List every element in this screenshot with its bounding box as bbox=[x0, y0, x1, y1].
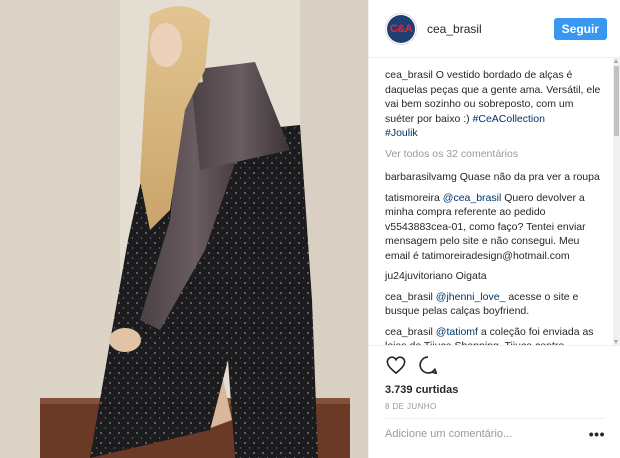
post-header: C&A cea_brasil Seguir bbox=[369, 0, 620, 58]
caption-hashtag[interactable]: #CeACollection bbox=[473, 113, 545, 125]
scroll-up-arrow-icon[interactable] bbox=[614, 59, 618, 63]
photo-illustration bbox=[0, 0, 368, 458]
avatar[interactable]: C&A bbox=[385, 12, 417, 45]
comment-mention[interactable]: @jhenni_love_ bbox=[436, 291, 506, 303]
likes-count[interactable]: 3.739 curtidas bbox=[385, 384, 605, 396]
comment-username[interactable]: cea_brasil bbox=[385, 291, 433, 303]
instagram-post: C&A cea_brasil Seguir cea_brasil O vesti… bbox=[0, 0, 620, 458]
side-panel: C&A cea_brasil Seguir cea_brasil O vesti… bbox=[368, 0, 620, 458]
scroll-thumb[interactable] bbox=[614, 66, 619, 136]
caption-hashtag[interactable]: #Joulik bbox=[385, 127, 418, 139]
comment-username[interactable]: tatismoreira bbox=[385, 192, 440, 204]
comment-mention[interactable]: @cea_brasil bbox=[443, 192, 502, 204]
comment-button[interactable] bbox=[417, 354, 439, 376]
comment-item: cea_brasil @tatiomf a coleção foi enviad… bbox=[385, 325, 603, 346]
comment-text: Oigata bbox=[455, 270, 487, 282]
more-options-icon[interactable]: ••• bbox=[589, 427, 605, 441]
comment-item: tatismoreira @cea_brasil Quero devolver … bbox=[385, 191, 603, 264]
post-actions: 3.739 curtidas 8 DE JUNHO bbox=[369, 345, 620, 411]
comments-scrollbar[interactable] bbox=[613, 58, 620, 345]
caption-username[interactable]: cea_brasil bbox=[385, 69, 433, 81]
comment-username[interactable]: ju24juvitoriano bbox=[385, 270, 453, 282]
comment-input[interactable] bbox=[385, 427, 589, 440]
caption: cea_brasil O vestido bordado de alças é … bbox=[385, 68, 603, 141]
comment-username[interactable]: barbarasilvamg bbox=[385, 171, 457, 183]
comment-item: ju24juvitoriano Oigata bbox=[385, 269, 603, 284]
avatar-logo-text: C&A bbox=[389, 22, 413, 35]
comment-item: barbarasilvamg Quase não da pra ver a ro… bbox=[385, 170, 603, 185]
avatar-logo: C&A bbox=[387, 14, 415, 43]
header-username[interactable]: cea_brasil bbox=[427, 22, 554, 36]
post-date: 8 DE JUNHO bbox=[385, 402, 437, 411]
comment-item: cea_brasil @jhenni_love_ acesse o site e… bbox=[385, 290, 603, 319]
comment-text: Quase não da pra ver a roupa bbox=[459, 171, 600, 183]
post-photo[interactable] bbox=[0, 0, 368, 458]
like-button[interactable] bbox=[385, 354, 407, 376]
comments-list[interactable]: cea_brasil O vestido bordado de alças é … bbox=[369, 58, 613, 345]
follow-button[interactable]: Seguir bbox=[553, 17, 607, 40]
view-all-comments-link[interactable]: Ver todos os 32 comentários bbox=[385, 147, 603, 162]
comment-username[interactable]: cea_brasil bbox=[385, 326, 433, 338]
comment-icon bbox=[419, 356, 438, 375]
action-icons bbox=[385, 354, 605, 376]
add-comment-bar: ••• bbox=[385, 418, 605, 448]
heart-icon bbox=[386, 356, 406, 374]
comment-mention[interactable]: @tatiomf bbox=[436, 326, 478, 338]
scroll-down-arrow-icon[interactable] bbox=[614, 340, 618, 344]
